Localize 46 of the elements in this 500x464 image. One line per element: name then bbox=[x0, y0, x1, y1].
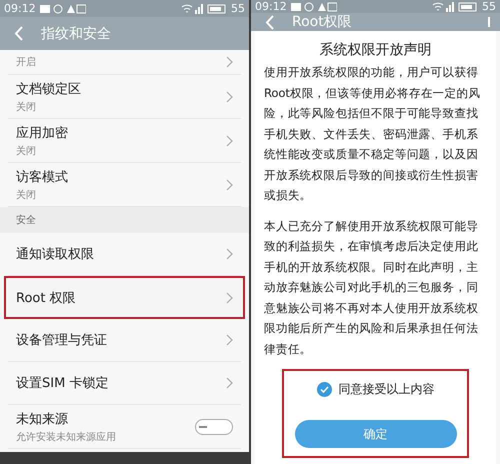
back-icon[interactable] bbox=[265, 14, 274, 30]
statement-paragraph: 使用开放系统权限的功能，用户可以获得Root权限，但该等使用必将存在一定的风险，此等风险包括但不限于可能导致查找手机失败、文件丢失、密码泄露、手机系统性能改变或质量不稳定等问题，以及因开放系统权限后导致的间接或衍生性损害或损失。 bbox=[264, 64, 482, 204]
clock-time: 09:12 bbox=[255, 0, 287, 13]
settings-item[interactable]: 设置SIM 卡锁定 bbox=[8, 362, 241, 405]
item-title: 应用加密 bbox=[16, 124, 69, 142]
item-subtitle: 关闭 bbox=[16, 188, 37, 202]
chevron-right-icon bbox=[226, 90, 233, 102]
chevron-right-icon bbox=[226, 377, 233, 389]
item-title: 文档锁定区 bbox=[16, 80, 82, 98]
settings-item[interactable]: Root 权限 bbox=[4, 276, 245, 319]
item-title: 通知读取权限 bbox=[16, 246, 95, 263]
agree-checkbox[interactable]: 同意接受以上内容 bbox=[316, 381, 434, 398]
item-title: 未知来源 bbox=[16, 410, 69, 428]
item-subtitle: 开启 bbox=[16, 56, 37, 69]
clock-time: 09:12 bbox=[4, 2, 36, 15]
signal-icons bbox=[181, 4, 227, 14]
chevron-right-icon bbox=[226, 248, 233, 260]
item-subtitle: 允许安装未知来源应用 bbox=[16, 430, 117, 444]
signal-icons bbox=[432, 2, 478, 12]
header-title: 指纹和安全 bbox=[41, 24, 112, 42]
chevron-right-icon bbox=[226, 292, 233, 304]
dialog-title: 系统权限开放声明 bbox=[318, 41, 432, 59]
battery-level: 55 bbox=[231, 2, 245, 15]
chevron-right-icon bbox=[226, 56, 233, 68]
chevron-right-icon bbox=[226, 334, 233, 346]
settings-item[interactable]: 应用加密 关闭 bbox=[8, 119, 241, 163]
header-title: Root权限 bbox=[292, 13, 353, 31]
item-subtitle: 关闭 bbox=[16, 144, 37, 158]
back-icon[interactable] bbox=[14, 26, 23, 41]
notification-icons bbox=[40, 4, 86, 14]
item-title: 访客模式 bbox=[16, 168, 69, 186]
item-title: 设置SIM 卡锁定 bbox=[16, 375, 110, 392]
item-subtitle: 关闭 bbox=[16, 100, 37, 114]
settings-item[interactable]: 设备管理与凭证 bbox=[8, 319, 241, 362]
battery-level: 55 bbox=[482, 0, 496, 13]
chevron-right-icon bbox=[226, 178, 233, 190]
chevron-right-icon bbox=[226, 134, 233, 146]
section-header: 安全 bbox=[0, 207, 249, 233]
item-title: Root 权限 bbox=[16, 290, 77, 306]
toggle-switch[interactable] bbox=[195, 418, 233, 434]
statement-paragraph: 本人已充分了解使用开放系统权限可能导致的利益损失，在审慎考虑后决定使用此手机的开放系统权限。同时在此声明，主动放弃魅族公司对此手机的三包服务，同意魅族公司将不再对本人使用开放系统权限功能后所产生的风险和后果承担任何法律责任。 bbox=[264, 218, 480, 358]
settings-item[interactable]: 未知来源 允许安装未知来源应用 bbox=[8, 405, 241, 449]
notification-icons bbox=[290, 2, 337, 12]
item-title: 设备管理与凭证 bbox=[16, 332, 108, 349]
settings-item[interactable]: 文档锁定区 关闭 bbox=[8, 75, 241, 119]
check-icon bbox=[320, 386, 328, 393]
